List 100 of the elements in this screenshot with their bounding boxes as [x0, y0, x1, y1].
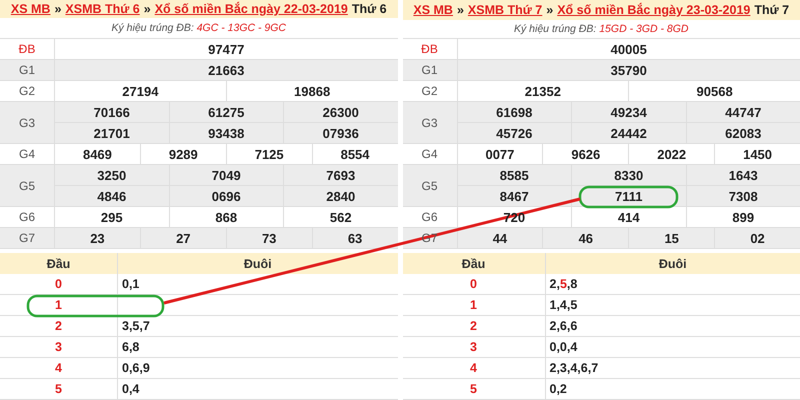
- prize-number: 62083: [725, 126, 762, 140]
- column-header: Đầu: [462, 256, 486, 270]
- prize-label: G2: [18, 84, 35, 98]
- prize-number: 21663: [208, 62, 244, 78]
- prize-number: 3250: [97, 168, 126, 182]
- prize-number: 24442: [610, 126, 647, 140]
- prize-number: 8469: [82, 146, 112, 162]
- column-header: Đuôi: [658, 256, 687, 270]
- special-code-line: Ký hiệu trúng ĐB: 15GD - 3GD - 8GD: [514, 23, 688, 36]
- prize-number: 8585: [500, 168, 529, 182]
- tail-digits: 0,1: [122, 277, 140, 291]
- tail-digits: 0,0,4: [550, 340, 578, 354]
- prize-label: G7: [18, 231, 35, 245]
- breadcrumb-link[interactable]: XS MB: [10, 2, 50, 16]
- head-digit: 3: [55, 340, 62, 354]
- prize-number: 27194: [122, 84, 158, 98]
- prize-number: 46: [578, 230, 594, 246]
- head-digit: 4: [55, 361, 62, 375]
- prize-label: G5: [421, 178, 438, 192]
- head-digit: 2: [55, 319, 62, 333]
- prize-label: G5: [18, 178, 35, 192]
- prize-label: G4: [18, 147, 35, 161]
- weekday-label: Thứ 7: [754, 3, 790, 18]
- head-digit: 5: [470, 382, 477, 396]
- breadcrumb-link[interactable]: XSMB Thứ 7: [468, 3, 542, 18]
- prize-number: 15: [664, 230, 679, 246]
- prize-number: 45726: [496, 126, 532, 140]
- prize-number: 868: [215, 210, 238, 224]
- prize-number: 93438: [208, 126, 244, 140]
- prize-label: G4: [421, 147, 438, 161]
- prize-number: 8330: [614, 168, 644, 182]
- prize-number: 2022: [657, 146, 686, 162]
- prize-number: 0696: [212, 188, 241, 204]
- prize-number: 4846: [97, 188, 126, 204]
- head-digit: 0: [55, 277, 62, 291]
- prize-number: 21352: [524, 84, 561, 98]
- breadcrumb-separator: »: [144, 2, 151, 16]
- prize-number: 7111: [615, 188, 642, 204]
- prize-number: 27: [176, 230, 191, 246]
- breadcrumb-separator: »: [456, 3, 464, 18]
- prize-number: 40005: [610, 42, 647, 56]
- prize-number: 07936: [322, 126, 359, 140]
- prize-label: ĐB: [18, 42, 36, 56]
- prize-number: 7308: [728, 188, 758, 204]
- special-code-line: Ký hiệu trúng ĐB: 4GC - 13GC - 9GC: [112, 22, 286, 34]
- head-digit: 0: [470, 277, 477, 291]
- prize-number: 7125: [254, 146, 284, 162]
- prize-number: 44747: [725, 104, 762, 120]
- prize-number: 61275: [208, 104, 244, 120]
- head-digit: 1: [470, 298, 477, 312]
- prize-number: 8467: [500, 188, 529, 204]
- breadcrumb-link[interactable]: XSMB Thứ 6: [65, 2, 140, 16]
- prize-number: 49234: [610, 104, 647, 120]
- prize-number: 1643: [728, 168, 758, 182]
- prize-number: 61698: [496, 104, 532, 120]
- head-digit: 3: [470, 340, 477, 354]
- prize-number: 414: [618, 210, 640, 224]
- tail-digits: 0,6,9: [122, 361, 150, 375]
- prize-number: 8554: [340, 146, 370, 162]
- prize-number: 90568: [696, 84, 733, 98]
- tail-digits: 6,8: [122, 340, 140, 354]
- prize-label: G3: [18, 116, 35, 130]
- tail-digits: 3,5,7: [122, 319, 150, 333]
- prize-label: G2: [421, 84, 438, 98]
- prize-number: 295: [100, 210, 123, 224]
- prize-number: 97477: [208, 42, 244, 56]
- prize-number: 63: [348, 230, 362, 246]
- prize-number: 899: [732, 210, 754, 224]
- breadcrumb-link[interactable]: Xổ số miền Bắc ngày 23-03-2019: [557, 3, 750, 18]
- breadcrumb-separator: »: [546, 3, 554, 18]
- prize-number: 02: [750, 230, 765, 246]
- prize-number: 7693: [326, 168, 356, 182]
- tail-digits: 0,4: [122, 382, 140, 396]
- prize-number: 70166: [94, 104, 130, 120]
- head-digit: 1: [55, 298, 62, 312]
- tail-digits: 0,2: [550, 382, 567, 396]
- prize-number: 21701: [94, 126, 130, 140]
- prize-label: G1: [421, 63, 438, 77]
- prize-number: 0077: [485, 146, 514, 162]
- breadcrumb-separator: »: [54, 2, 62, 16]
- breadcrumb-link[interactable]: Xổ số miền Bắc ngày 22-03-2019: [154, 2, 348, 16]
- prize-label: G1: [18, 63, 35, 77]
- column-header: Đuôi: [244, 256, 272, 270]
- weekday-label: Thứ 6: [352, 2, 387, 16]
- breadcrumb-link[interactable]: XS MB: [413, 3, 453, 18]
- column-header: Đầu: [46, 256, 70, 270]
- tail-digits: 2,6,6: [550, 319, 578, 333]
- prize-number: 1450: [743, 146, 772, 162]
- prize-number: 19868: [294, 84, 330, 98]
- prize-number: 9626: [571, 146, 600, 162]
- prize-number: 9289: [168, 146, 198, 162]
- prize-number: 35790: [610, 62, 647, 78]
- prize-number: 44: [492, 230, 508, 246]
- prize-label: G6: [421, 210, 438, 224]
- prize-label: G3: [421, 116, 438, 130]
- head-digit: 4: [470, 361, 477, 375]
- tail-digits: 2,5,8: [550, 277, 578, 291]
- prize-label: ĐB: [421, 42, 438, 56]
- prize-label: G6: [18, 210, 35, 224]
- head-digit: 5: [55, 382, 62, 396]
